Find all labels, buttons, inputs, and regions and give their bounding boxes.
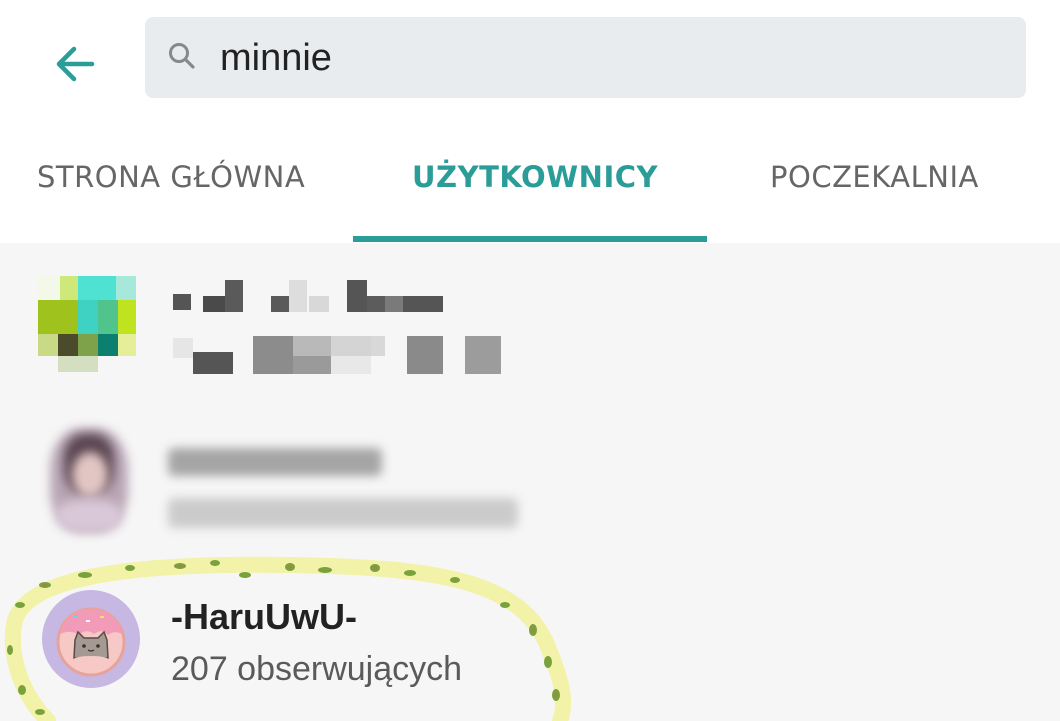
tab-waiting-room[interactable]: POCZEKALNIA (770, 160, 979, 204)
avatar (42, 590, 140, 688)
blurred-followers (168, 498, 518, 528)
active-tab-indicator (353, 236, 707, 242)
username: -HaruUwU- (171, 596, 357, 637)
search-input[interactable] (220, 28, 980, 88)
search-icon (169, 43, 195, 69)
blurred-avatar (50, 428, 128, 532)
blurred-username (168, 448, 382, 476)
donut-cat-icon (56, 607, 126, 677)
list-item[interactable] (0, 560, 1060, 721)
pixelated-username (173, 280, 453, 320)
list-item[interactable] (0, 260, 1060, 390)
pixelated-avatar (38, 276, 138, 376)
tab-home[interactable]: STRONA GŁÓWNA (37, 160, 305, 204)
top-bar: STRONA GŁÓWNA UŻYTKOWNICY POCZEKALNIA (0, 0, 1060, 243)
list-item[interactable] (0, 420, 1060, 550)
arrow-left-icon (56, 46, 95, 82)
pixelated-followers (173, 330, 513, 376)
tab-users[interactable]: UŻYTKOWNICY (412, 160, 658, 204)
follower-count: 207 obserwujących (171, 650, 463, 688)
back-button[interactable] (44, 34, 104, 94)
